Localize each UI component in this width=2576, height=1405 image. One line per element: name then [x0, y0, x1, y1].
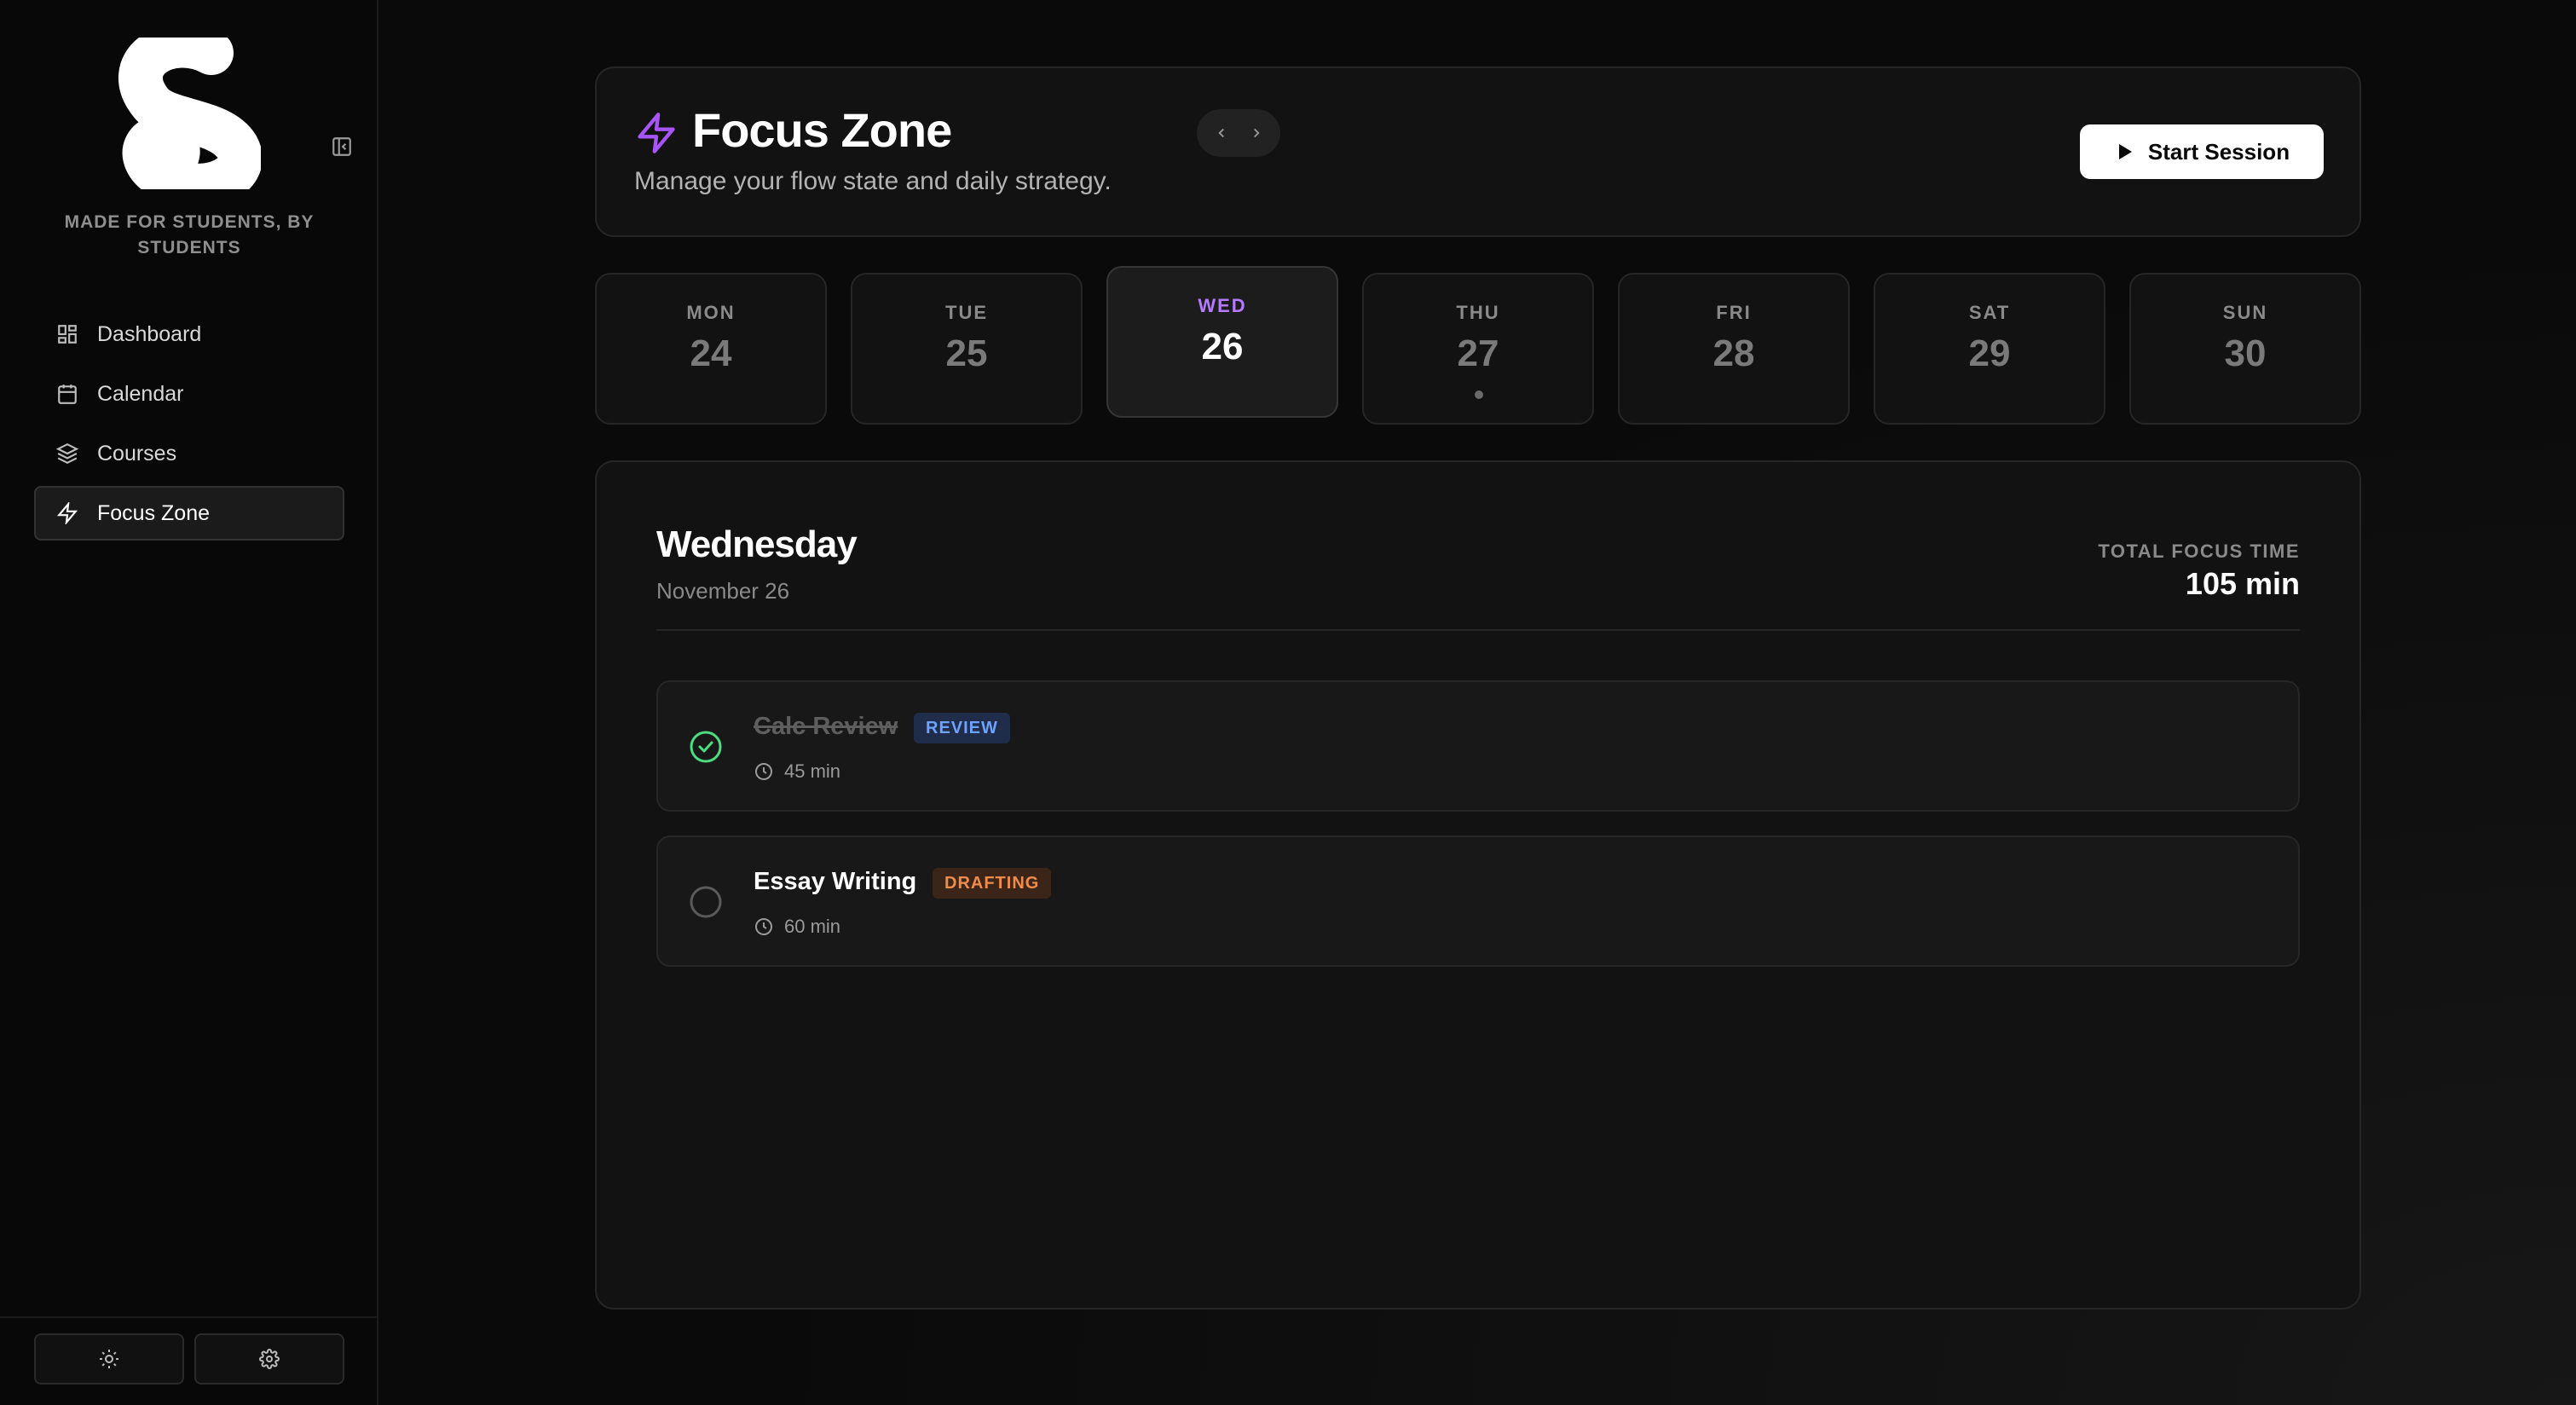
chevron-right-icon: [1253, 128, 1260, 138]
sidebar-item-label: Focus Zone: [97, 500, 211, 525]
event-indicator-dot: [1475, 390, 1483, 399]
app-logo[interactable]: [118, 23, 263, 208]
sidebar: MADE FOR STUDENTS, BY STUDENTS Dashboard…: [0, 0, 378, 1405]
day-card-mon[interactable]: MON 24: [595, 273, 827, 425]
day-card-tue[interactable]: TUE 25: [851, 273, 1083, 425]
day-name: WED: [1198, 295, 1247, 316]
day-title: Wednesday: [656, 523, 858, 565]
task-complete-checkbox[interactable]: [689, 730, 723, 764]
task-duration-text: 60 min: [784, 916, 841, 937]
task-item[interactable]: Calc Review REVIEW 45 min: [656, 680, 2300, 812]
task-name: Essay Writing: [754, 868, 917, 895]
dashboard-icon: [55, 321, 80, 347]
task-name: Calc Review: [754, 713, 898, 740]
task-item[interactable]: Essay Writing DRAFTING 60 min: [656, 835, 2300, 967]
day-name: FRI: [1716, 302, 1752, 323]
day-number: 26: [1201, 326, 1244, 367]
sidebar-item-dashboard[interactable]: Dashboard: [34, 307, 344, 361]
day-name: MON: [686, 302, 736, 323]
start-session-label: Start Session: [2147, 138, 2290, 165]
empty-circle-icon: [690, 886, 722, 918]
start-session-button[interactable]: Start Session: [2080, 124, 2324, 179]
clock-icon: [754, 916, 774, 937]
task-complete-checkbox[interactable]: [689, 885, 723, 919]
layers-icon: [55, 441, 80, 466]
previous-week-button[interactable]: [1209, 120, 1234, 146]
main-content: Focus Zone Manage your flow state and da…: [380, 0, 2576, 1405]
theme-toggle-button[interactable]: [34, 1333, 184, 1385]
chevron-left-icon: [1217, 128, 1224, 138]
next-week-button[interactable]: [1244, 120, 1269, 146]
sidebar-collapse-button[interactable]: [329, 134, 355, 159]
settings-button[interactable]: [194, 1333, 344, 1385]
sun-icon: [100, 1350, 118, 1368]
day-number: 29: [1968, 332, 2011, 374]
check-circle-icon: [690, 731, 722, 763]
week-pager: [1197, 109, 1280, 157]
day-number: 27: [1457, 332, 1499, 374]
page-subtitle: Manage your flow state and daily strateg…: [634, 167, 1112, 195]
sidebar-item-focus-zone[interactable]: Focus Zone: [34, 486, 344, 541]
sidebar-item-label: Dashboard: [97, 321, 202, 346]
day-card-fri[interactable]: FRI 28: [1618, 273, 1850, 425]
sidebar-item-courses[interactable]: Courses: [34, 426, 344, 481]
week-day-selector: MON 24 TUE 25 WED 26 THU 27 FRI 28 SAT 2…: [595, 266, 2361, 426]
day-detail-panel: Wednesday November 26 TOTAL FOCUS TIME 1…: [595, 460, 2361, 1310]
day-name: SAT: [1968, 302, 2011, 323]
day-date: November 26: [656, 578, 790, 604]
divider: [656, 629, 2300, 631]
task-tag-badge: DRAFTING: [933, 868, 1052, 899]
day-number: 30: [2224, 332, 2267, 374]
clock-icon: [754, 761, 774, 782]
total-focus-label: TOTAL FOCUS TIME: [2098, 541, 2300, 562]
page-title: Focus Zone: [692, 103, 952, 157]
sidebar-nav: Dashboard Calendar Courses Focus Zone: [34, 307, 344, 546]
day-name: THU: [1456, 302, 1500, 323]
day-name: SUN: [2222, 302, 2268, 323]
sidebar-item-label: Courses: [97, 441, 177, 465]
task-duration: 60 min: [754, 916, 840, 938]
gear-icon: [259, 1349, 280, 1369]
sidebar-collapse-icon: [332, 137, 351, 156]
task-duration: 45 min: [754, 760, 840, 783]
day-number: 25: [945, 332, 988, 374]
day-number: 24: [690, 332, 732, 374]
sidebar-item-label: Calendar: [97, 381, 184, 406]
task-tag-badge: REVIEW: [914, 713, 1010, 743]
bolt-icon: [55, 500, 80, 526]
play-icon: [2114, 142, 2134, 162]
sidebar-item-calendar[interactable]: Calendar: [34, 367, 344, 421]
day-card-wed[interactable]: WED 26: [1106, 266, 1338, 418]
day-card-sun[interactable]: SUN 30: [2129, 273, 2361, 425]
task-duration-text: 45 min: [784, 760, 841, 782]
day-number: 28: [1713, 332, 1755, 374]
sidebar-footer: [0, 1316, 378, 1405]
total-focus-value: 105 min: [2185, 566, 2300, 601]
bolt-icon: [634, 107, 679, 159]
app-root: MADE FOR STUDENTS, BY STUDENTS Dashboard…: [0, 0, 2576, 1405]
app-tagline: MADE FOR STUDENTS, BY STUDENTS: [64, 212, 315, 257]
calendar-icon: [55, 381, 80, 407]
day-card-thu[interactable]: THU 27: [1362, 273, 1594, 425]
day-name: TUE: [945, 302, 988, 323]
page-header: Focus Zone Manage your flow state and da…: [595, 66, 2361, 237]
day-card-sat[interactable]: SAT 29: [1874, 273, 2105, 425]
